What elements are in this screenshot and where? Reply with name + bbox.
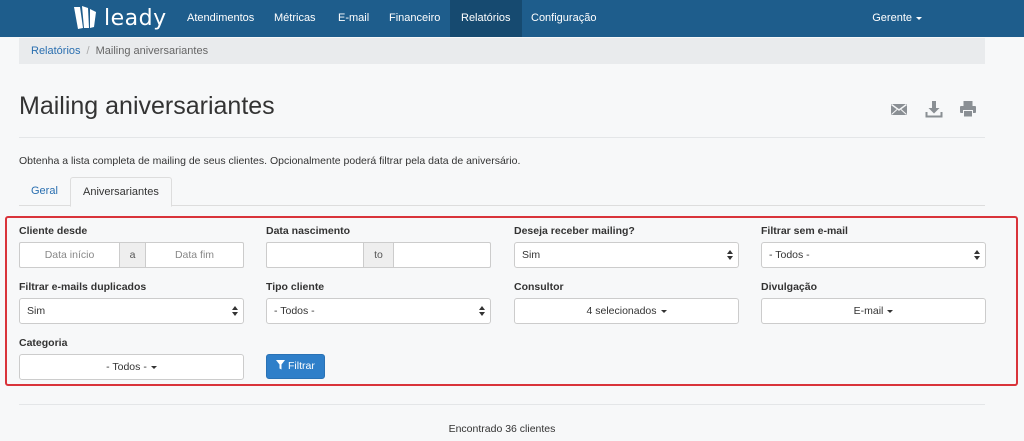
caret-down-icon — [150, 365, 157, 369]
download-icon[interactable] — [925, 100, 943, 118]
deseja-mailing-select[interactable]: Sim — [514, 242, 739, 268]
divulgacao-value: E-mail — [853, 305, 884, 317]
filtrar-sem-email-value: - Todos - — [769, 249, 810, 261]
breadcrumb: Relatórios / Mailing aniversariantes — [19, 38, 985, 64]
nav-atendimentos[interactable]: Atendimentos — [176, 0, 265, 37]
breadcrumb-current: Mailing aniversariantes — [95, 45, 209, 57]
nav-financeiro[interactable]: Financeiro — [378, 0, 451, 37]
select-arrows-icon — [974, 250, 980, 260]
consultor-value: 4 selecionados — [586, 305, 657, 317]
cliente-desde-joiner: a — [119, 242, 146, 268]
caret-down-icon — [660, 309, 667, 313]
caret-down-icon — [887, 309, 894, 313]
breadcrumb-link-relatorios[interactable]: Relatórios — [31, 45, 81, 57]
data-nascimento-start-input[interactable] — [266, 242, 364, 268]
consultor-dropdown[interactable]: 4 selecionados — [514, 298, 739, 324]
select-arrows-icon — [727, 250, 733, 260]
tipo-cliente-value: - Todos - — [274, 305, 315, 317]
tab-bar: Geral Aniversariantes — [19, 177, 985, 207]
intro-text: Obtenha a lista completa de mailing de s… — [19, 155, 521, 167]
nav-metricas[interactable]: Métricas — [263, 0, 327, 37]
tab-geral[interactable]: Geral — [19, 177, 70, 206]
label-data-nascimento: Data nascimento — [266, 225, 351, 237]
select-arrows-icon — [232, 306, 238, 316]
cliente-desde-end-input[interactable]: Data fim — [145, 242, 244, 268]
label-consultor: Consultor — [514, 281, 564, 293]
user-menu[interactable]: Gerente — [872, 0, 922, 37]
categoria-value: - Todos - — [106, 361, 147, 373]
label-filtrar-duplicados: Filtrar e-mails duplicados — [19, 281, 147, 293]
divider — [19, 404, 985, 405]
nav-email[interactable]: E-mail — [327, 0, 380, 37]
label-categoria: Categoria — [19, 337, 68, 349]
filtrar-button-label: Filtrar — [288, 360, 315, 372]
nav-configuracao[interactable]: Configuração — [520, 0, 607, 37]
divider — [19, 137, 985, 138]
page-title: Mailing aniversariantes — [19, 92, 275, 120]
tipo-cliente-select[interactable]: - Todos - — [266, 298, 491, 324]
print-icon[interactable] — [959, 100, 977, 118]
app-logo[interactable]: leady — [72, 3, 167, 33]
filtrar-sem-email-select[interactable]: - Todos - — [761, 242, 986, 268]
user-menu-label: Gerente — [872, 12, 912, 24]
logo-mark-icon — [74, 6, 96, 29]
label-tipo-cliente: Tipo cliente — [266, 281, 325, 293]
nav-relatorios[interactable]: Relatórios — [450, 0, 522, 37]
top-navbar: leady Atendimentos Métricas E-mail Finan… — [0, 0, 1024, 37]
filtrar-duplicados-select[interactable]: Sim — [19, 298, 244, 324]
cliente-desde-start-input[interactable]: Data início — [19, 242, 120, 268]
filtrar-duplicados-value: Sim — [27, 305, 46, 317]
label-filtrar-sem-email: Filtrar sem e-mail — [761, 225, 848, 237]
tab-aniversariantes[interactable]: Aniversariantes — [70, 177, 172, 207]
caret-down-icon — [916, 16, 922, 20]
breadcrumb-separator: / — [86, 45, 90, 57]
data-nascimento-end-input[interactable] — [393, 242, 491, 268]
categoria-dropdown[interactable]: - Todos - — [19, 354, 244, 380]
label-divulgacao: Divulgação — [761, 281, 818, 293]
envelope-icon[interactable] — [890, 100, 908, 118]
logo-text: leady — [104, 5, 167, 31]
label-deseja-mailing: Deseja receber mailing? — [514, 225, 635, 237]
label-cliente-desde: Cliente desde — [19, 225, 88, 237]
select-arrows-icon — [479, 306, 485, 316]
result-count-text: Encontrado 36 clientes — [448, 423, 556, 435]
filter-icon — [276, 360, 285, 370]
deseja-mailing-value: Sim — [522, 249, 541, 261]
divulgacao-dropdown[interactable]: E-mail — [761, 298, 986, 324]
filtrar-button[interactable]: Filtrar — [266, 354, 325, 379]
data-nascimento-joiner: to — [363, 242, 394, 268]
